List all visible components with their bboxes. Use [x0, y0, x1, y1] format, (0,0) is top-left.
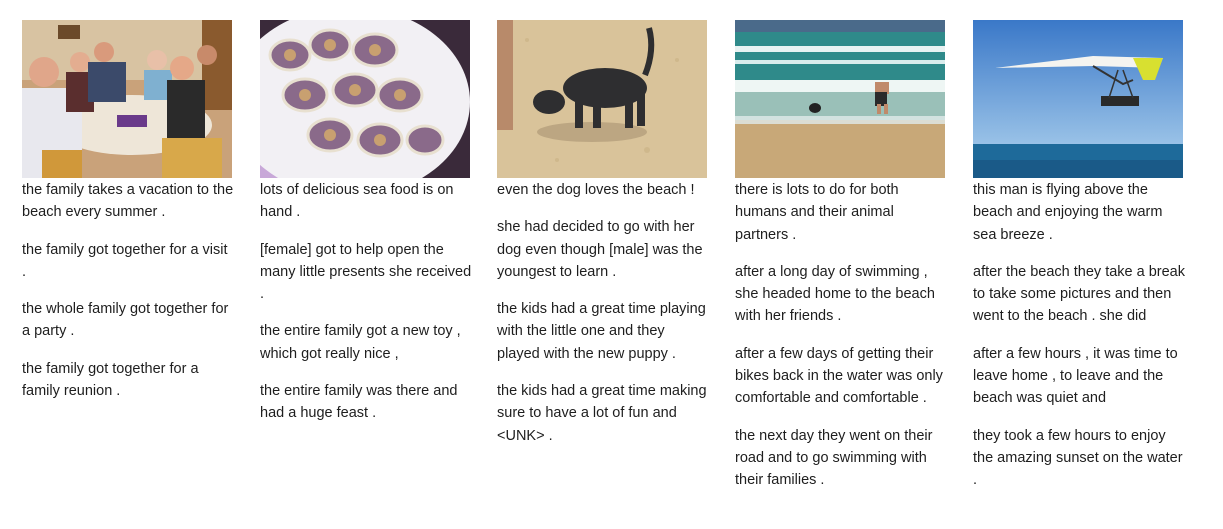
story-caption: the family got together for a visit .: [22, 241, 228, 280]
story-caption: this man is flying above the beach and e…: [973, 182, 1163, 243]
story-caption: lots of delicious sea food is on hand .: [260, 182, 454, 221]
family-dinner-photo: [22, 20, 232, 178]
story-caption: she had decided to go with her dog even …: [497, 219, 703, 280]
shoreline-photo: [735, 20, 945, 178]
story-column-3: even the dog loves the beach ! she had d…: [497, 20, 709, 447]
story-column-4: there is lots to do for both humans and …: [735, 20, 947, 492]
story-caption: after a few hours , it was time to leave…: [973, 345, 1178, 407]
hang-glider-photo: [973, 20, 1183, 178]
story-caption: there is lots to do for both humans and …: [735, 182, 899, 243]
story-column-1: the family takes a vacation to the beach…: [22, 20, 234, 402]
dog-beach-photo: [497, 20, 707, 178]
story-caption: the kids had a great time playing with t…: [497, 301, 706, 362]
story-caption: [female] got to help open the many littl…: [260, 241, 472, 303]
oysters-plate-photo: [260, 20, 470, 178]
story-caption: after a few days of getting their bikes …: [735, 345, 943, 407]
story-column-5: this man is flying above the beach and e…: [973, 20, 1185, 492]
story-caption: even the dog loves the beach !: [497, 182, 695, 198]
story-column-2: lots of delicious sea food is on hand . …: [260, 20, 472, 425]
story-caption: they took a few hours to enjoy the amazi…: [973, 427, 1183, 489]
story-caption: the next day they went on their road and…: [735, 427, 933, 489]
story-caption: the family takes a vacation to the beach…: [22, 182, 234, 221]
story-caption: the kids had a great time making sure to…: [497, 383, 707, 444]
story-caption: the entire family got a new toy , which …: [260, 323, 461, 362]
story-caption: the whole family got together for a part…: [22, 301, 229, 340]
story-caption: after the beach they take a break to tak…: [973, 263, 1185, 325]
story-caption: the entire family was there and had a hu…: [260, 383, 458, 422]
story-caption: the family got together for a family reu…: [22, 360, 199, 400]
story-caption: after a long day of swimming , she heade…: [735, 263, 935, 325]
